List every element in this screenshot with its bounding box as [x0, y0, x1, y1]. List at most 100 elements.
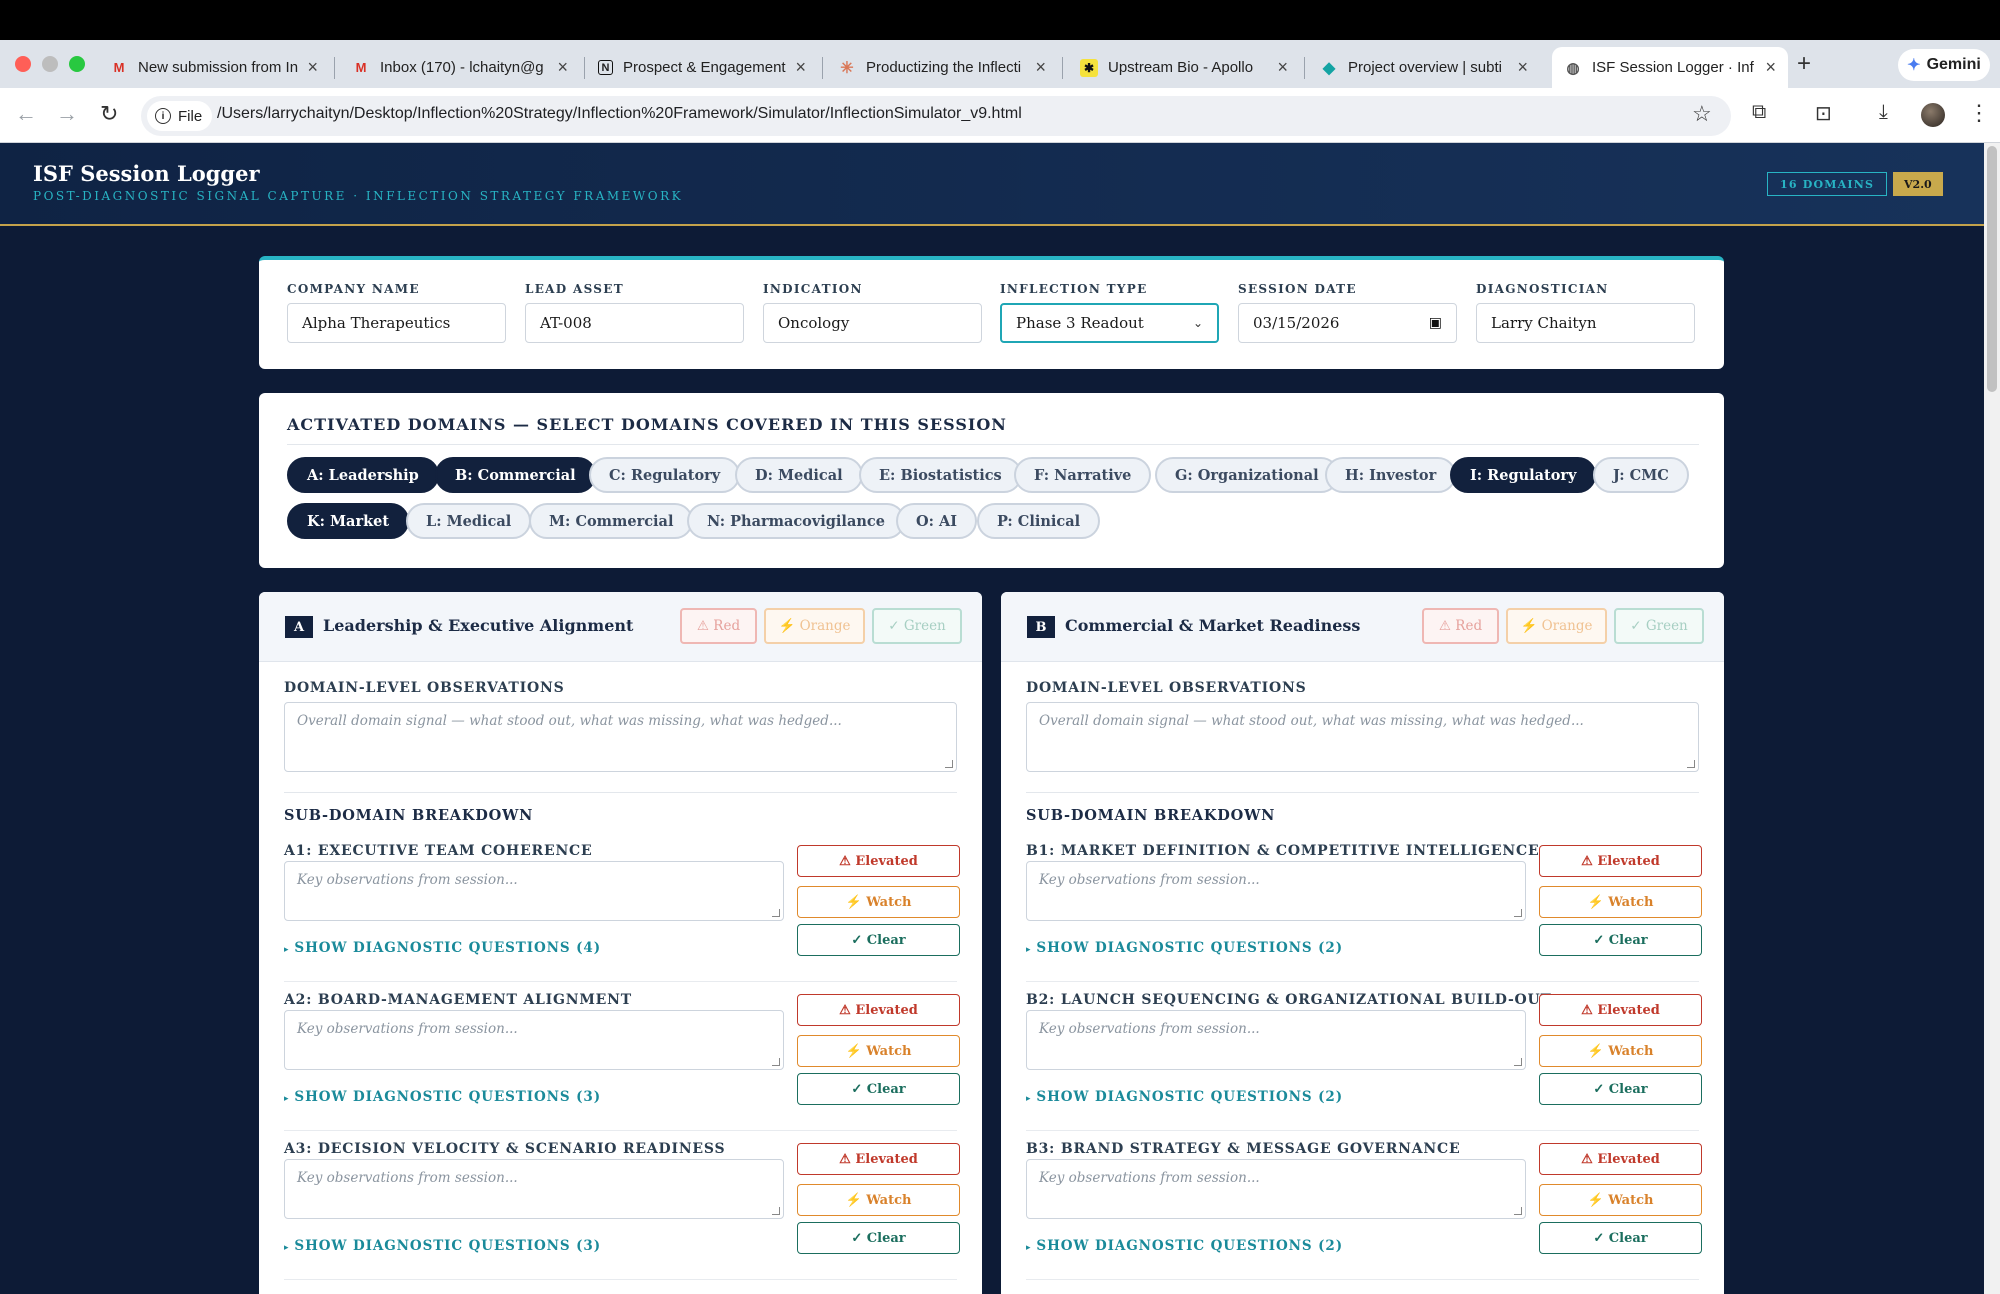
- scrollbar-thumb[interactable]: [1987, 146, 1997, 392]
- resize-handle-icon[interactable]: [945, 760, 953, 768]
- browser-tab[interactable]: N Prospect & Engagement ×: [586, 47, 818, 88]
- watch-button[interactable]: ⚡ Watch: [797, 1184, 960, 1216]
- show-questions-toggle[interactable]: ▸ SHOW DIAGNOSTIC QUESTIONS (4): [284, 940, 601, 956]
- browser-tab[interactable]: M Inbox (170) - lchaityn@g ×: [340, 47, 580, 88]
- inflection-type-select[interactable]: Phase 3 Readout ⌄: [1000, 303, 1219, 343]
- subdomain-observations-textarea[interactable]: Key observations from session...: [1026, 861, 1526, 921]
- asset-input[interactable]: AT-008: [525, 303, 744, 343]
- rag-green-button[interactable]: ✓ Green: [872, 608, 962, 644]
- indication-input[interactable]: Oncology: [763, 303, 982, 343]
- domain-chip[interactable]: I: Regulatory: [1450, 457, 1597, 493]
- watch-button[interactable]: ⚡ Watch: [797, 886, 960, 918]
- clear-button[interactable]: ✓ Clear: [1539, 924, 1702, 956]
- domain-observations-textarea[interactable]: Overall domain signal — what stood out, …: [1026, 702, 1699, 772]
- menu-kebab-icon[interactable]: ⋮: [1968, 100, 1990, 126]
- session-date-input[interactable]: 03/15/2026 ▣: [1238, 303, 1457, 343]
- close-icon[interactable]: ×: [1035, 57, 1046, 78]
- domain-chip[interactable]: H: Investor: [1325, 457, 1457, 493]
- domain-chip[interactable]: K: Market: [287, 503, 410, 539]
- subdomain-observations-textarea[interactable]: Key observations from session...: [1026, 1010, 1526, 1070]
- subdomain-observations-textarea[interactable]: Key observations from session...: [284, 1159, 784, 1219]
- elevated-button[interactable]: ⚠ Elevated: [1539, 994, 1702, 1026]
- back-icon[interactable]: ←: [15, 101, 37, 127]
- gemini-button[interactable]: ✦ Gemini: [1898, 49, 1990, 81]
- close-icon[interactable]: ×: [1765, 57, 1776, 78]
- show-questions-toggle[interactable]: ▸ SHOW DIAGNOSTIC QUESTIONS (3): [284, 1238, 601, 1254]
- extensions-icon[interactable]: ⧉: [1752, 101, 1766, 124]
- close-icon[interactable]: ×: [795, 57, 806, 78]
- watch-button[interactable]: ⚡ Watch: [1539, 1184, 1702, 1216]
- show-questions-toggle[interactable]: ▸ SHOW DIAGNOSTIC QUESTIONS (3): [284, 1089, 601, 1105]
- domain-chip[interactable]: L: Medical: [406, 503, 532, 539]
- watch-button[interactable]: ⚡ Watch: [797, 1035, 960, 1067]
- new-tab-button[interactable]: +: [1797, 50, 1811, 78]
- browser-tab-active[interactable]: ◍ ISF Session Logger · Inf ×: [1552, 47, 1788, 88]
- domain-chip[interactable]: J: CMC: [1593, 457, 1689, 493]
- site-info-chip[interactable]: i File: [147, 101, 213, 131]
- download-icon[interactable]: ⤓: [1879, 101, 1888, 124]
- browser-tab[interactable]: ◆ Project overview | subti ×: [1308, 47, 1540, 88]
- rag-red-button[interactable]: ⚠ Red: [1422, 608, 1499, 644]
- elevated-button[interactable]: ⚠ Elevated: [1539, 845, 1702, 877]
- close-icon[interactable]: ×: [307, 57, 318, 78]
- forward-icon[interactable]: →: [56, 101, 78, 127]
- subdomain-observations-textarea[interactable]: Key observations from session...: [284, 1010, 784, 1070]
- browser-tab[interactable]: ✳ Productizing the Inflecti ×: [826, 47, 1058, 88]
- elevated-button[interactable]: ⚠ Elevated: [797, 1143, 960, 1175]
- domain-chip[interactable]: N: Pharmacovigilance: [687, 503, 905, 539]
- resize-handle-icon[interactable]: [1514, 1058, 1522, 1066]
- domain-chip[interactable]: D: Medical: [735, 457, 863, 493]
- rag-green-button[interactable]: ✓ Green: [1614, 608, 1704, 644]
- clear-button[interactable]: ✓ Clear: [1539, 1222, 1702, 1254]
- show-questions-toggle[interactable]: ▸ SHOW DIAGNOSTIC QUESTIONS (2): [1026, 1238, 1343, 1254]
- reload-icon[interactable]: ↻: [100, 101, 118, 127]
- resize-handle-icon[interactable]: [772, 1058, 780, 1066]
- maximize-window-icon[interactable]: [69, 56, 85, 72]
- show-questions-toggle[interactable]: ▸ SHOW DIAGNOSTIC QUESTIONS (2): [1026, 940, 1343, 956]
- minimize-window-icon[interactable]: [42, 56, 58, 72]
- url-text[interactable]: /Users/larrychaityn/Desktop/Inflection%2…: [217, 105, 1022, 123]
- clear-button[interactable]: ✓ Clear: [797, 924, 960, 956]
- resize-handle-icon[interactable]: [1687, 760, 1695, 768]
- watch-button[interactable]: ⚡ Watch: [1539, 886, 1702, 918]
- domain-chip[interactable]: G: Organizational: [1155, 457, 1339, 493]
- domain-chip[interactable]: O: AI: [896, 503, 978, 539]
- domain-chip[interactable]: B: Commercial: [435, 457, 596, 493]
- close-icon[interactable]: ×: [1517, 57, 1528, 78]
- resize-handle-icon[interactable]: [772, 1207, 780, 1215]
- resize-handle-icon[interactable]: [1514, 1207, 1522, 1215]
- elevated-button[interactable]: ⚠ Elevated: [797, 845, 960, 877]
- subdomain-observations-textarea[interactable]: Key observations from session...: [1026, 1159, 1526, 1219]
- elevated-button[interactable]: ⚠ Elevated: [797, 994, 960, 1026]
- domain-chip[interactable]: P: Clinical: [977, 503, 1101, 539]
- search-tab-icon[interactable]: ⊡: [1815, 101, 1832, 126]
- close-icon[interactable]: ×: [1277, 57, 1288, 78]
- watch-button[interactable]: ⚡ Watch: [1539, 1035, 1702, 1067]
- resize-handle-icon[interactable]: [1514, 909, 1522, 917]
- clear-button[interactable]: ✓ Clear: [1539, 1073, 1702, 1105]
- resize-handle-icon[interactable]: [772, 909, 780, 917]
- rag-orange-button[interactable]: ⚡ Orange: [1506, 608, 1607, 644]
- browser-tab[interactable]: ✱ Upstream Bio - Apollo ×: [1068, 47, 1300, 88]
- rag-red-button[interactable]: ⚠ Red: [680, 608, 757, 644]
- clear-button[interactable]: ✓ Clear: [797, 1222, 960, 1254]
- show-questions-toggle[interactable]: ▸ SHOW DIAGNOSTIC QUESTIONS (2): [1026, 1089, 1343, 1105]
- browser-tab[interactable]: M New submission from In ×: [98, 47, 330, 88]
- profile-avatar[interactable]: [1921, 103, 1945, 127]
- close-window-icon[interactable]: [15, 56, 31, 72]
- clear-button[interactable]: ✓ Clear: [797, 1073, 960, 1105]
- domain-chip[interactable]: C: Regulatory: [589, 457, 741, 493]
- rag-orange-button[interactable]: ⚡ Orange: [764, 608, 865, 644]
- domain-observations-textarea[interactable]: Overall domain signal — what stood out, …: [284, 702, 957, 772]
- diagnostician-input[interactable]: Larry Chaityn: [1476, 303, 1695, 343]
- company-input[interactable]: Alpha Therapeutics: [287, 303, 506, 343]
- domain-chip[interactable]: F: Narrative: [1014, 457, 1152, 493]
- calendar-icon[interactable]: ▣: [1429, 315, 1442, 331]
- domain-chip[interactable]: E: Biostatistics: [859, 457, 1022, 493]
- subdomain-observations-textarea[interactable]: Key observations from session...: [284, 861, 784, 921]
- close-icon[interactable]: ×: [557, 57, 568, 78]
- bookmark-star-icon[interactable]: ☆: [1692, 101, 1712, 127]
- domain-chip[interactable]: A: Leadership: [287, 457, 439, 493]
- domain-chip[interactable]: M: Commercial: [529, 503, 694, 539]
- elevated-button[interactable]: ⚠ Elevated: [1539, 1143, 1702, 1175]
